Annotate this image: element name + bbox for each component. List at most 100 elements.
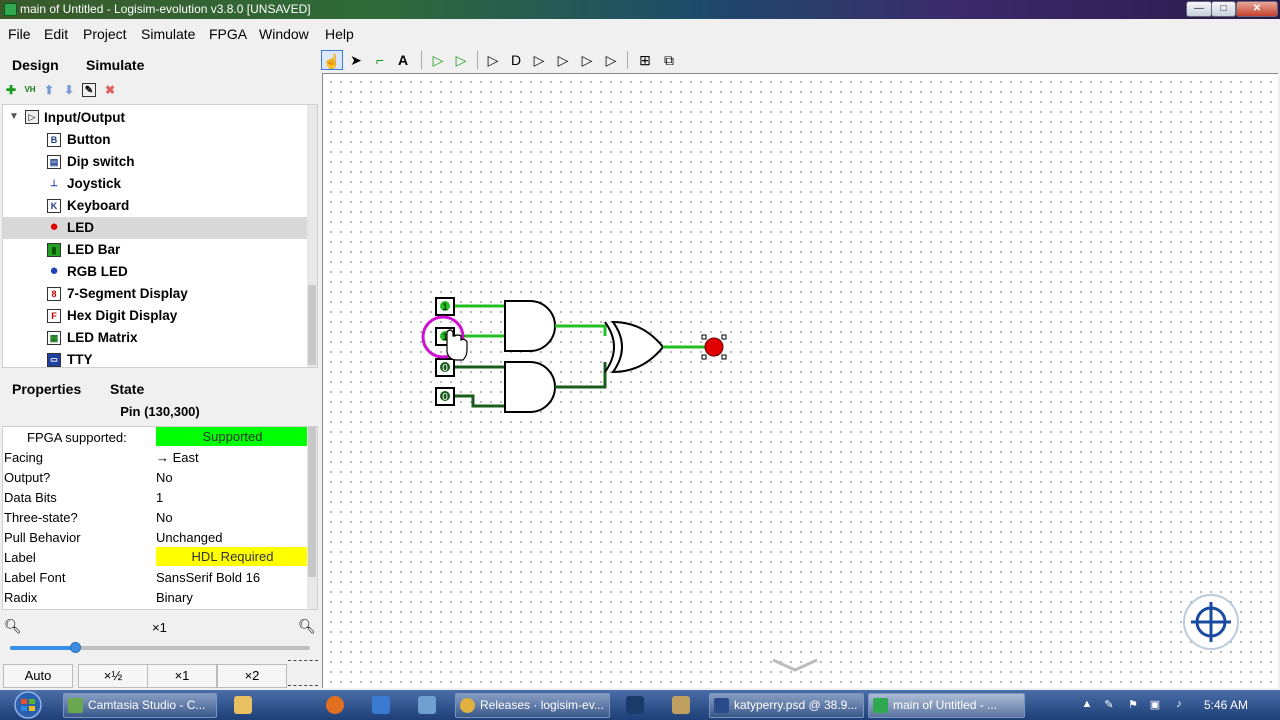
input-pin-icon[interactable]: ▷ bbox=[427, 50, 449, 70]
text-tool-icon[interactable]: A bbox=[392, 50, 414, 70]
zoom-in-icon[interactable]: 🔍︎ bbox=[298, 618, 316, 635]
splitter-icon[interactable]: ⊞ bbox=[634, 50, 656, 70]
property-row[interactable]: Label Font SansSerif Bold 16 bbox=[3, 567, 307, 587]
tree-item-dip-switch[interactable]: ▤ Dip switch bbox=[3, 151, 307, 173]
add-icon[interactable]: ✚ bbox=[4, 83, 18, 97]
menu-project[interactable]: Project bbox=[83, 26, 127, 42]
tray-volume-icon[interactable]: ♪ bbox=[1172, 698, 1186, 712]
property-row[interactable]: Facing → East bbox=[3, 447, 307, 467]
vhdl-icon[interactable]: VH bbox=[23, 83, 37, 97]
expand-triangle-icon[interactable]: ▼ bbox=[9, 111, 19, 122]
scrollbar-thumb[interactable] bbox=[308, 285, 316, 365]
property-row[interactable]: Output? No bbox=[3, 467, 307, 487]
tree-item-led[interactable]: ● LED bbox=[3, 217, 307, 239]
tree-item-joystick[interactable]: ⊥ Joystick bbox=[3, 173, 307, 195]
properties-scrollbar[interactable] bbox=[307, 427, 317, 609]
tree-item-rgb-led[interactable]: ● RGB LED bbox=[3, 261, 307, 283]
tray-network-icon[interactable]: ▣ bbox=[1148, 698, 1162, 712]
fullscreen-icon[interactable] bbox=[288, 660, 318, 686]
menu-fpga[interactable]: FPGA bbox=[209, 26, 247, 42]
taskbar-logisim[interactable]: main of Untitled - ... bbox=[868, 693, 1025, 718]
recenter-button[interactable] bbox=[1183, 594, 1239, 650]
tray-arrow-icon[interactable]: ▲ bbox=[1080, 698, 1094, 712]
network-icon[interactable] bbox=[418, 696, 436, 714]
tab-properties[interactable]: Properties bbox=[12, 381, 81, 397]
menu-help[interactable]: Help bbox=[325, 26, 354, 42]
photoshop-icon[interactable] bbox=[626, 696, 644, 714]
property-value[interactable]: Binary bbox=[156, 590, 193, 605]
property-value[interactable]: 1 bbox=[156, 490, 163, 505]
zoom-out-icon[interactable]: 🔍︎ bbox=[4, 618, 22, 635]
nor-gate-icon[interactable]: ▷ bbox=[600, 50, 622, 70]
minimize-button[interactable]: — bbox=[1186, 1, 1212, 17]
zoom-auto-button[interactable]: Auto bbox=[3, 664, 73, 688]
select-tool-icon[interactable]: ➤ bbox=[345, 50, 367, 70]
app-icon[interactable] bbox=[372, 696, 390, 714]
taskbar-camtasia[interactable]: Camtasia Studio - C... bbox=[63, 693, 217, 718]
tree-item-button[interactable]: B Button bbox=[3, 129, 307, 151]
tree-item-hex-digit-display[interactable]: F Hex Digit Display bbox=[3, 305, 307, 327]
tray-pen-icon[interactable]: ✎ bbox=[1102, 698, 1116, 712]
wire-and1-xor[interactable] bbox=[555, 324, 607, 336]
input-pin-4[interactable]: 0 bbox=[435, 387, 455, 406]
taskbar-photoshop[interactable]: katyperry.psd @ 38.9... bbox=[709, 693, 864, 718]
close-button[interactable]: ✕ bbox=[1236, 1, 1278, 17]
property-value[interactable]: No bbox=[156, 470, 173, 485]
tab-design[interactable]: Design bbox=[12, 57, 59, 73]
and-gate-2[interactable] bbox=[504, 361, 556, 413]
menu-edit[interactable]: Edit bbox=[44, 26, 68, 42]
wire-pin4-and2[interactable] bbox=[455, 394, 505, 408]
xor-gate-icon[interactable]: ▷ bbox=[552, 50, 574, 70]
menu-simulate[interactable]: Simulate bbox=[141, 26, 195, 42]
xor-gate[interactable] bbox=[604, 320, 665, 374]
chevron-down-icon[interactable] bbox=[772, 658, 818, 672]
zoom-half-button[interactable]: ×½ bbox=[78, 664, 148, 688]
scrollbar-thumb[interactable] bbox=[308, 427, 316, 577]
tree-item-keyboard[interactable]: K Keyboard bbox=[3, 195, 307, 217]
input-pin-1[interactable]: 1 bbox=[435, 297, 455, 316]
poke-tool-icon[interactable]: ☝ bbox=[321, 50, 343, 70]
property-row[interactable]: Data Bits 1 bbox=[3, 487, 307, 507]
property-value[interactable]: Supported bbox=[156, 427, 309, 446]
property-row[interactable]: Three-state? No bbox=[3, 507, 307, 527]
circuit-canvas[interactable]: 1 1 0 0 bbox=[322, 73, 1278, 688]
start-button[interactable] bbox=[2, 690, 54, 720]
tab-simulate[interactable]: Simulate bbox=[86, 57, 144, 73]
property-value[interactable]: No bbox=[156, 510, 173, 525]
up-arrow-icon[interactable]: ⬆ bbox=[42, 83, 56, 97]
clock[interactable]: 5:46 AM bbox=[1204, 698, 1248, 712]
tool-icon[interactable] bbox=[672, 696, 690, 714]
wire-and2-xor[interactable] bbox=[555, 362, 607, 389]
menu-window[interactable]: Window bbox=[259, 26, 309, 42]
and-gate-1[interactable] bbox=[504, 300, 556, 352]
property-value[interactable]: HDL Required bbox=[156, 547, 309, 566]
tree-item-led-bar[interactable]: ▮ LED Bar bbox=[3, 239, 307, 261]
taskbar-chrome[interactable]: Releases · logisim-ev... bbox=[455, 693, 610, 718]
zoom-slider[interactable] bbox=[10, 642, 310, 653]
nand-gate-icon[interactable]: ▷ bbox=[576, 50, 598, 70]
output-pin-icon[interactable]: ▷ bbox=[450, 50, 472, 70]
property-row[interactable]: Radix Binary bbox=[3, 587, 307, 607]
tree-scrollbar[interactable] bbox=[307, 105, 317, 367]
tree-item-7-segment-display[interactable]: 8 7-Segment Display bbox=[3, 283, 307, 305]
down-arrow-icon[interactable]: ⬇ bbox=[62, 83, 76, 97]
tree-item-led-matrix[interactable]: ▦ LED Matrix bbox=[3, 327, 307, 349]
firefox-icon[interactable] bbox=[326, 696, 344, 714]
property-value[interactable]: → East bbox=[156, 450, 199, 465]
tab-state[interactable]: State bbox=[110, 381, 144, 397]
explorer-icon[interactable] bbox=[234, 696, 252, 714]
led-output[interactable] bbox=[701, 334, 727, 360]
input-pin-3[interactable]: 0 bbox=[435, 358, 455, 377]
tree-group-input-output[interactable]: ▼ ▷ Input/Output bbox=[3, 107, 307, 129]
property-value[interactable]: Unchanged bbox=[156, 530, 223, 545]
zoom-slider-knob[interactable] bbox=[70, 642, 81, 653]
or-gate-icon[interactable]: ▷ bbox=[528, 50, 550, 70]
subcircuit-icon[interactable]: ⧉ bbox=[658, 50, 680, 70]
tree-item-tty[interactable]: ▭ TTY bbox=[3, 349, 307, 367]
zoom-2x-button[interactable]: ×2 bbox=[217, 664, 287, 688]
buffer-gate-icon[interactable]: ▷ bbox=[482, 50, 504, 70]
maximize-button[interactable]: □ bbox=[1211, 1, 1236, 17]
and-gate-icon[interactable]: D bbox=[505, 50, 527, 70]
edit-icon[interactable]: ✎ bbox=[82, 83, 96, 97]
property-row[interactable]: Label HDL Required bbox=[3, 547, 309, 567]
